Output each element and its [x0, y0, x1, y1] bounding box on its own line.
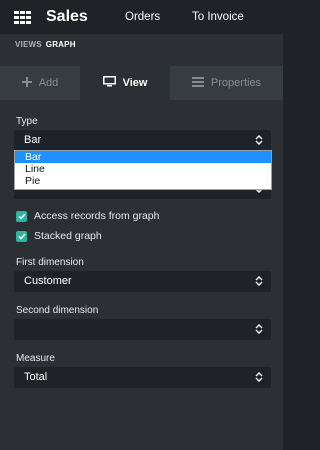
type-option-bar[interactable]: Bar	[15, 151, 271, 163]
apps-grid-icon[interactable]	[14, 11, 32, 24]
measure-select[interactable]: Total	[14, 367, 271, 388]
tab-add[interactable]: Add	[0, 66, 80, 100]
stacked-graph-checkbox[interactable]	[16, 230, 27, 242]
type-select-value: Bar	[24, 134, 42, 146]
access-records-label: Access records from graph	[34, 210, 160, 222]
type-option-line[interactable]: Line	[15, 163, 271, 175]
second-dimension-label: Second dimension	[16, 305, 99, 316]
top-navbar: Sales Orders To Invoice	[0, 0, 283, 34]
nav-item-to-invoice[interactable]: To Invoice	[192, 11, 244, 23]
first-dimension-label: First dimension	[16, 257, 84, 268]
monitor-icon	[102, 76, 116, 90]
nav-item-orders[interactable]: Orders	[125, 11, 160, 23]
studio-page: Sales Orders To Invoice VIEWS GRAPH Add V…	[0, 0, 283, 450]
up-down-caret-icon	[255, 276, 263, 286]
tab-view-label: View	[122, 77, 148, 89]
access-records-checkbox[interactable]	[16, 210, 27, 222]
stacked-graph-label: Stacked graph	[34, 230, 102, 242]
measure-label: Measure	[16, 353, 55, 364]
up-down-caret-icon	[255, 372, 263, 382]
sidebar-tabs: Add View Properties	[0, 66, 283, 100]
app-title[interactable]: Sales	[46, 8, 88, 26]
tab-properties[interactable]: Properties	[170, 66, 283, 100]
check-icon	[17, 213, 26, 220]
type-label: Type	[16, 116, 38, 127]
measure-value: Total	[24, 371, 48, 383]
tab-properties-label: Properties	[210, 77, 262, 89]
list-icon	[191, 76, 204, 90]
plus-icon	[21, 76, 32, 90]
breadcrumb-views[interactable]: VIEWS	[15, 40, 42, 49]
type-dropdown-list: Bar Line Pie	[14, 150, 272, 190]
stacked-graph-checkbox-row[interactable]: Stacked graph	[16, 230, 102, 242]
access-records-checkbox-row[interactable]: Access records from graph	[16, 210, 159, 222]
check-icon	[17, 233, 26, 240]
type-option-pie[interactable]: Pie	[15, 175, 271, 187]
up-down-caret-icon	[255, 135, 263, 145]
tab-add-label: Add	[38, 77, 59, 89]
up-down-caret-icon	[255, 324, 263, 334]
breadcrumb: VIEWS GRAPH	[15, 40, 76, 49]
breadcrumb-graph: GRAPH	[45, 40, 76, 49]
first-dimension-value: Customer	[24, 275, 72, 287]
second-dimension-select[interactable]	[14, 319, 271, 340]
first-dimension-select[interactable]: Customer	[14, 271, 271, 292]
type-select[interactable]: Bar	[14, 130, 271, 151]
tab-view[interactable]: View	[80, 66, 170, 100]
